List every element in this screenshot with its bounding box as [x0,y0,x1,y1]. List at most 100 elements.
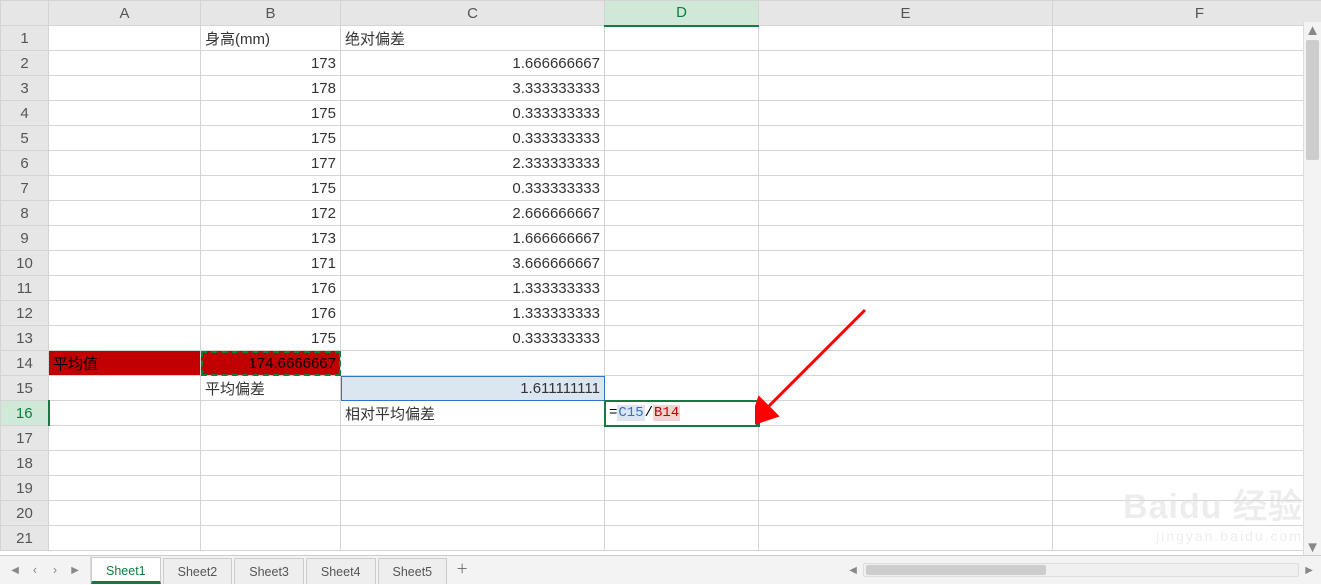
cell-A11[interactable] [49,276,201,301]
sheet-tab-sheet3[interactable]: Sheet3 [234,558,304,584]
tab-nav-prev-icon[interactable]: ‹ [26,561,44,579]
cell-B11[interactable]: 176 [201,276,341,301]
row-header-19[interactable]: 19 [1,476,49,501]
row-header-8[interactable]: 8 [1,201,49,226]
cell-A18[interactable] [49,451,201,476]
cell-E14[interactable] [759,351,1053,376]
cell-B4[interactable]: 175 [201,101,341,126]
cell-F17[interactable] [1053,426,1321,451]
column-header-E[interactable]: E [759,1,1053,26]
cell-D12[interactable] [605,301,759,326]
cell-A4[interactable] [49,101,201,126]
cell-E2[interactable] [759,51,1053,76]
cell-A13[interactable] [49,326,201,351]
cell-D9[interactable] [605,226,759,251]
cell-B15[interactable]: 平均偏差 [201,376,341,401]
cell-E5[interactable] [759,126,1053,151]
cell-D8[interactable] [605,201,759,226]
cell-C3[interactable]: 3.333333333 [341,76,605,101]
sheet-tab-sheet5[interactable]: Sheet5 [378,558,448,584]
cell-F8[interactable] [1053,201,1321,226]
cell-C6[interactable]: 2.333333333 [341,151,605,176]
cell-B17[interactable] [201,426,341,451]
cell-D20[interactable] [605,501,759,526]
scroll-right-icon[interactable]: ► [1301,562,1317,578]
scroll-left-icon[interactable]: ◄ [845,562,861,578]
cell-D6[interactable] [605,151,759,176]
cell-E10[interactable] [759,251,1053,276]
cell-A10[interactable] [49,251,201,276]
spreadsheet-grid[interactable]: ABCDEFG1身高(mm)绝对偏差21731.66666666731783.3… [0,0,1321,555]
row-header-20[interactable]: 20 [1,501,49,526]
column-header-D[interactable]: D [605,1,759,26]
cell-F6[interactable] [1053,151,1321,176]
cell-C18[interactable] [341,451,605,476]
cell-E11[interactable] [759,276,1053,301]
cell-E15[interactable] [759,376,1053,401]
cell-C17[interactable] [341,426,605,451]
cell-F11[interactable] [1053,276,1321,301]
cell-B3[interactable]: 178 [201,76,341,101]
cell-E12[interactable] [759,301,1053,326]
cell-D19[interactable] [605,476,759,501]
row-header-5[interactable]: 5 [1,126,49,151]
cell-A20[interactable] [49,501,201,526]
cell-A14[interactable]: 平均值 [49,351,201,376]
cell-C14[interactable] [341,351,605,376]
cell-F5[interactable] [1053,126,1321,151]
cell-C2[interactable]: 1.666666667 [341,51,605,76]
cell-F2[interactable] [1053,51,1321,76]
column-header-A[interactable]: A [49,1,201,26]
row-header-14[interactable]: 14 [1,351,49,376]
vscroll-thumb[interactable] [1306,40,1319,160]
column-header-C[interactable]: C [341,1,605,26]
cell-A6[interactable] [49,151,201,176]
cell-C16[interactable]: 相对平均偏差 [341,401,605,426]
cell-A16[interactable] [49,401,201,426]
row-header-16[interactable]: 16 [1,401,49,426]
row-header-2[interactable]: 2 [1,51,49,76]
cell-A5[interactable] [49,126,201,151]
row-header-1[interactable]: 1 [1,26,49,51]
sheet-tab-sheet2[interactable]: Sheet2 [163,558,233,584]
vertical-scrollbar[interactable]: ▲ ▼ [1303,22,1321,555]
cell-E1[interactable] [759,26,1053,51]
row-header-4[interactable]: 4 [1,101,49,126]
cell-D14[interactable] [605,351,759,376]
cell-D18[interactable] [605,451,759,476]
cell-C21[interactable] [341,526,605,551]
cell-F3[interactable] [1053,76,1321,101]
row-header-3[interactable]: 3 [1,76,49,101]
row-header-21[interactable]: 21 [1,526,49,551]
column-header-F[interactable]: F [1053,1,1321,26]
cell-F18[interactable] [1053,451,1321,476]
hscroll-thumb[interactable] [866,565,1046,575]
cell-E20[interactable] [759,501,1053,526]
row-header-17[interactable]: 17 [1,426,49,451]
cell-D2[interactable] [605,51,759,76]
cell-C13[interactable]: 0.333333333 [341,326,605,351]
cell-C1[interactable]: 绝对偏差 [341,26,605,51]
hscroll-track[interactable] [863,563,1299,577]
cell-D21[interactable] [605,526,759,551]
row-header-6[interactable]: 6 [1,151,49,176]
tab-nav-last-icon[interactable]: ► [66,561,84,579]
cell-C15[interactable]: 1.611111111 [341,376,605,401]
cell-A15[interactable] [49,376,201,401]
cell-A21[interactable] [49,526,201,551]
cell-B9[interactable]: 173 [201,226,341,251]
row-header-9[interactable]: 9 [1,226,49,251]
cell-C20[interactable] [341,501,605,526]
cell-F16[interactable] [1053,401,1321,426]
cell-D4[interactable] [605,101,759,126]
cell-E8[interactable] [759,201,1053,226]
cell-B6[interactable]: 177 [201,151,341,176]
cell-C9[interactable]: 1.666666667 [341,226,605,251]
row-header-15[interactable]: 15 [1,376,49,401]
cell-E19[interactable] [759,476,1053,501]
row-header-13[interactable]: 13 [1,326,49,351]
cell-B5[interactable]: 175 [201,126,341,151]
sheet-tab-sheet4[interactable]: Sheet4 [306,558,376,584]
cell-A1[interactable] [49,26,201,51]
cell-B7[interactable]: 175 [201,176,341,201]
